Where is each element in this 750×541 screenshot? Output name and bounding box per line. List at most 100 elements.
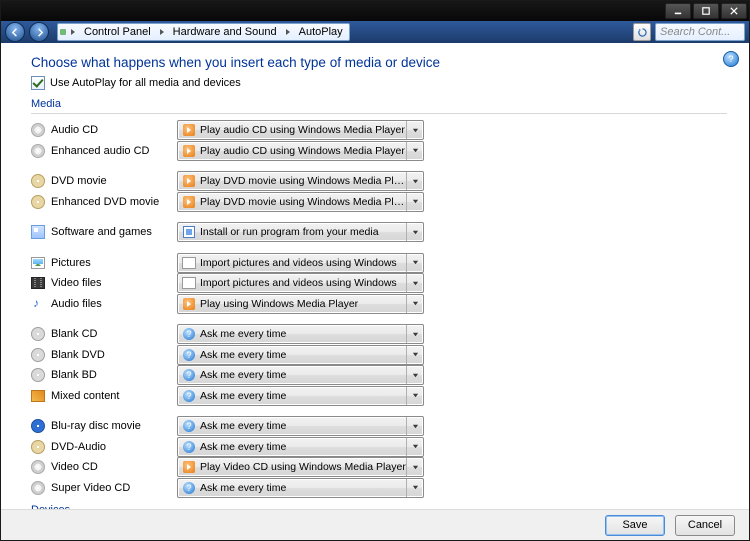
autoplay-window: Control Panel Hardware and Sound AutoPla…: [0, 0, 750, 541]
action-select-value: Install or run program from your media: [200, 226, 406, 238]
maximize-button[interactable]: [693, 3, 719, 19]
media-row-mixed-content: Mixed content?Ask me every time: [31, 386, 727, 407]
divider: [31, 113, 727, 114]
blu-icon: [31, 419, 45, 433]
chevron-down-icon: [406, 346, 423, 364]
action-select-dvd-movie[interactable]: Play DVD movie using Windows Media Playe…: [177, 171, 424, 191]
action-select-enh-dvd-movie[interactable]: Play DVD movie using Windows Media Playe…: [177, 192, 424, 212]
action-select-value: Ask me every time: [200, 482, 406, 494]
forward-button[interactable]: [29, 22, 49, 42]
breadcrumb-seg-autoplay[interactable]: AutoPlay: [293, 24, 349, 40]
import-icon: [182, 257, 196, 269]
action-select-video-cd[interactable]: Play Video CD using Windows Media Player: [177, 457, 424, 477]
play-icon: [183, 175, 195, 187]
mix-icon: [31, 389, 45, 403]
action-select-mixed-content[interactable]: ?Ask me every time: [177, 386, 424, 406]
media-row-blank-dvd: Blank DVD?Ask me every time: [31, 345, 727, 366]
chevron-down-icon: [406, 274, 423, 292]
chevron-down-icon: [406, 387, 423, 405]
media-row-pictures: PicturesImport pictures and videos using…: [31, 253, 727, 274]
action-select-value: Ask me every time: [200, 328, 406, 340]
action-select-value: Play DVD movie using Windows Media Playe…: [200, 196, 406, 208]
media-label: Blu-ray disc movie: [51, 420, 177, 432]
media-label: Enhanced DVD movie: [51, 196, 177, 208]
action-select-software-games[interactable]: Install or run program from your media: [177, 222, 424, 242]
media-label: Video CD: [51, 461, 177, 473]
action-select-video-files[interactable]: Import pictures and videos using Windows: [177, 273, 424, 293]
minimize-button[interactable]: [665, 3, 691, 19]
use-autoplay-label: Use AutoPlay for all media and devices: [50, 77, 241, 89]
action-select-super-video-cd[interactable]: ? Ask me every time: [177, 478, 424, 498]
action-select-blank-cd[interactable]: ? Ask me every time: [177, 324, 424, 344]
action-select-blank-bd[interactable]: ?Ask me every time: [177, 365, 424, 385]
media-label: DVD movie: [51, 175, 177, 187]
chevron-down-icon: [406, 172, 423, 190]
media-row-dvd-audio: DVD-Audio?Ask me every time: [31, 437, 727, 458]
action-select-blank-dvd[interactable]: ?Ask me every time: [177, 345, 424, 365]
question-icon: ?: [183, 420, 195, 432]
play-icon: [183, 298, 195, 310]
chevron-down-icon: [406, 366, 423, 384]
aud-icon: [31, 297, 45, 311]
media-row-video-files: Video filesImport pictures and videos us…: [31, 273, 727, 294]
help-button[interactable]: ?: [723, 51, 739, 67]
chevron-down-icon: [406, 142, 423, 160]
action-select-dvd-audio[interactable]: ?Ask me every time: [177, 437, 424, 457]
nav-toolbar: Control Panel Hardware and Sound AutoPla…: [1, 21, 749, 43]
action-select-value: Play DVD movie using Windows Media Playe…: [200, 175, 406, 187]
action-select-bluray-movie[interactable]: ? Ask me every time: [177, 416, 424, 436]
breadcrumb-seg-control-panel[interactable]: Control Panel: [78, 24, 157, 40]
action-select-pictures[interactable]: Import pictures and videos using Windows: [177, 253, 424, 273]
breadcrumb[interactable]: Control Panel Hardware and Sound AutoPla…: [57, 23, 350, 41]
disc-icon: [31, 123, 45, 137]
question-icon: ?: [183, 328, 195, 340]
media-row-blank-cd: Blank CD?Ask me every time: [31, 324, 727, 345]
cancel-button[interactable]: Cancel: [675, 515, 735, 536]
save-button[interactable]: Save: [605, 515, 665, 536]
media-label: Audio files: [51, 298, 177, 310]
disc-icon: [31, 460, 45, 474]
media-label: Enhanced audio CD: [51, 145, 177, 157]
sw-icon: [31, 225, 45, 239]
chevron-down-icon: [406, 458, 423, 476]
chevron-right-icon: [283, 29, 293, 35]
media-label: Video files: [51, 277, 177, 289]
dvd-icon: [31, 174, 45, 188]
chevron-right-icon: [68, 29, 78, 35]
chevron-down-icon: [406, 417, 423, 435]
media-row-enh-audio-cd: Enhanced audio CDPlay audio CD using Win…: [31, 141, 727, 162]
action-select-audio-files[interactable]: Play using Windows Media Player: [177, 294, 424, 314]
media-label: Super Video CD: [51, 482, 177, 494]
question-icon: ?: [183, 349, 195, 361]
action-select-value: Ask me every time: [200, 420, 406, 432]
action-select-value: Play using Windows Media Player: [200, 298, 406, 310]
question-icon: ?: [183, 390, 195, 402]
action-select-value: Play Video CD using Windows Media Player: [200, 461, 406, 473]
pic-icon: [31, 256, 45, 270]
question-icon: ?: [183, 369, 195, 381]
play-icon: [183, 196, 195, 208]
content-area: ? Choose what happens when you insert ea…: [1, 43, 749, 540]
action-select-audio-cd[interactable]: Play audio CD using Windows Media Player: [177, 120, 424, 140]
dvd-icon: [31, 440, 45, 454]
blank-icon: [31, 348, 45, 362]
chevron-down-icon: [406, 479, 423, 497]
media-label: DVD-Audio: [51, 441, 177, 453]
back-button[interactable]: [5, 22, 25, 42]
breadcrumb-seg-hardware-sound[interactable]: Hardware and Sound: [167, 24, 283, 40]
close-button[interactable]: [721, 3, 747, 19]
import-icon: [182, 277, 196, 289]
button-bar: Save Cancel: [1, 509, 749, 540]
search-input[interactable]: Search Cont...: [655, 23, 745, 41]
media-row-bluray-movie: Blu-ray disc movie? Ask me every time: [31, 416, 727, 437]
blank-icon: [31, 368, 45, 382]
vid-icon: [31, 276, 45, 290]
media-label: Pictures: [51, 257, 177, 269]
refresh-button[interactable]: [633, 23, 651, 41]
chevron-down-icon: [406, 193, 423, 211]
chevron-down-icon: [406, 325, 423, 343]
use-autoplay-checkbox[interactable]: [31, 76, 45, 90]
question-icon: ?: [183, 482, 195, 494]
action-select-enh-audio-cd[interactable]: Play audio CD using Windows Media Player: [177, 141, 424, 161]
action-select-value: Ask me every time: [200, 441, 406, 453]
